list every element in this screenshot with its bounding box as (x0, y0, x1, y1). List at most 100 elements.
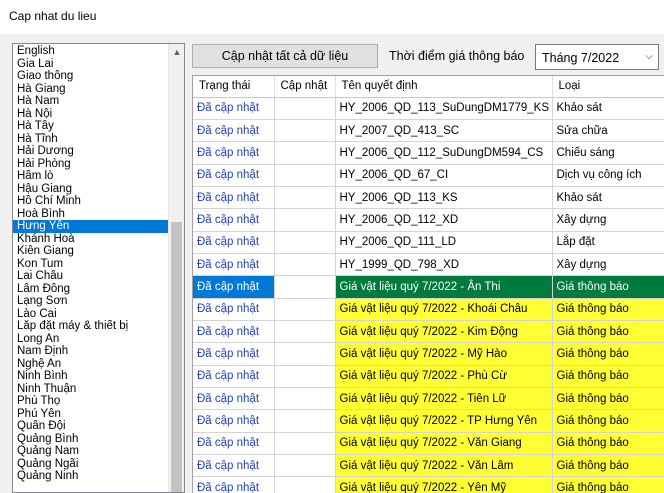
update-cell[interactable] (274, 97, 336, 120)
update-cell[interactable] (274, 476, 336, 493)
decision-name-cell[interactable]: HY_2006_QD_112_SuDungDM594_CS (335, 141, 553, 165)
province-item[interactable]: Lạng Sơn (13, 295, 168, 308)
province-item[interactable]: Kiên Giang (13, 245, 168, 258)
table-row[interactable]: Đã cập nhật Giá vật liệu quý 7/2022 - TP … (193, 409, 664, 433)
status-cell[interactable]: Đã cập nhật (193, 387, 275, 411)
province-item[interactable]: Khánh Hoà (13, 233, 168, 246)
province-item[interactable]: Hậu Giang (13, 183, 168, 196)
column-header-update[interactable]: Cập nhật (274, 76, 336, 98)
province-item[interactable]: Long An (13, 333, 168, 346)
update-cell[interactable] (274, 409, 336, 433)
type-cell[interactable]: Giá thông báo (552, 387, 664, 411)
status-cell[interactable]: Đã cập nhật (193, 253, 275, 277)
province-item[interactable]: Hưng Yên (13, 220, 168, 233)
status-cell[interactable]: Đã cập nhật (193, 231, 275, 254)
update-cell[interactable] (274, 320, 336, 344)
table-row[interactable]: Đã cập nhật Giá vật liệu quý 7/2022 - Mỹ … (193, 342, 664, 366)
table-row[interactable]: Đã cập nhật Giá vật liệu quý 7/2022 - Kho… (193, 298, 664, 321)
update-cell[interactable] (274, 365, 336, 388)
province-item[interactable]: Lắp đặt máy & thiết bị (13, 320, 168, 333)
type-cell[interactable]: Giá thông báo (552, 275, 664, 299)
status-cell[interactable]: Đã cập nhật (193, 208, 275, 232)
update-cell[interactable] (274, 454, 336, 478)
table-row[interactable]: Đã cập nhật Giá vật liệu quý 7/2022 - Ân … (193, 275, 664, 299)
province-item[interactable]: Phú Yên (13, 408, 168, 421)
chevron-up-icon[interactable]: ▲ (169, 44, 184, 60)
decision-name-cell[interactable]: Giá vật liệu quý 7/2022 - Ân Thi (335, 275, 553, 299)
type-cell[interactable]: Giá thông báo (552, 454, 664, 478)
table-row[interactable]: Đã cập nhật HY_2006_QD_112_SuDungDM594_CS… (193, 141, 664, 165)
update-all-button[interactable]: Cập nhật tất cả dữ liệu (192, 44, 378, 68)
table-row[interactable]: Đã cập nhật Giá vật liệu quý 7/2022 - Văn… (193, 454, 664, 478)
province-item[interactable]: Hầm lò (13, 170, 168, 183)
status-cell[interactable]: Đã cập nhật (193, 320, 275, 344)
decision-name-cell[interactable]: HY_2007_QD_413_SC (335, 119, 553, 143)
column-header-decision-name[interactable]: Tên quyết định (335, 76, 553, 98)
status-cell[interactable]: Đã cập nhật (193, 275, 275, 299)
status-cell[interactable]: Đã cập nhật (193, 365, 275, 388)
decision-name-cell[interactable]: HY_2006_QD_113_KS (335, 186, 553, 210)
table-row[interactable]: Đã cập nhật HY_1999_QD_798_XD Xây dựng (193, 253, 664, 277)
type-cell[interactable]: Xây dựng (552, 208, 664, 232)
province-item[interactable]: Giao thông (13, 70, 168, 83)
status-cell[interactable]: Đã cập nhật (193, 409, 275, 433)
province-item[interactable]: Hà Tĩnh (13, 133, 168, 146)
table-row[interactable]: Đã cập nhật HY_2006_QD_67_CI Dịch vụ công … (193, 164, 664, 187)
status-cell[interactable]: Đã cập nhật (193, 342, 275, 366)
decision-name-cell[interactable]: Giá vật liệu quý 7/2022 - TP Hưng Yên (335, 409, 553, 433)
province-item[interactable]: Hà Tây (13, 120, 168, 133)
table-row[interactable]: Đã cập nhật HY_2006_QD_112_XD Xây dựng (193, 208, 664, 232)
province-item[interactable]: Hà Giang (13, 83, 168, 96)
province-item[interactable]: Ninh Thuận (13, 383, 168, 396)
status-cell[interactable]: Đã cập nhật (193, 186, 275, 210)
province-item[interactable]: Lào Cai (13, 308, 168, 321)
status-cell[interactable]: Đã cập nhật (193, 141, 275, 165)
decision-name-cell[interactable]: Giá vật liệu quý 7/2022 - Kim Động (335, 320, 553, 344)
decision-name-cell[interactable]: Giá vật liệu quý 7/2022 - Tiên Lữ (335, 387, 553, 411)
province-item[interactable]: Hồ Chí Minh (13, 195, 168, 208)
province-item[interactable]: Quảng Nam (13, 445, 168, 458)
type-cell[interactable]: Giá thông báo (552, 365, 664, 388)
province-item[interactable]: Ninh Bình (13, 370, 168, 383)
table-row[interactable]: Đã cập nhật HY_2006_QD_113_KS Khảo sát (193, 186, 664, 210)
status-cell[interactable]: Đã cập nhật (193, 298, 275, 321)
update-cell[interactable] (274, 298, 336, 321)
update-cell[interactable] (274, 253, 336, 277)
decision-grid[interactable]: Trạng thái Cập nhật Tên quyết định Loại … (192, 75, 664, 493)
decision-name-cell[interactable]: HY_2006_QD_111_LD (335, 231, 553, 254)
update-cell[interactable] (274, 387, 336, 411)
decision-name-cell[interactable]: Giá vật liệu quý 7/2022 - Văn Lâm (335, 454, 553, 478)
province-item[interactable]: Nghệ An (13, 358, 168, 371)
decision-name-cell[interactable]: Giá vật liệu quý 7/2022 - Văn Giang (335, 432, 553, 456)
province-item[interactable]: Lâm Đồng (13, 283, 168, 296)
type-cell[interactable]: Khảo sát (552, 97, 664, 120)
table-row[interactable]: Đã cập nhật Giá vật liệu quý 7/2022 - Kim… (193, 320, 664, 344)
decision-name-cell[interactable]: Giá vật liệu quý 7/2022 - Yên Mỹ (335, 476, 553, 493)
type-cell[interactable]: Giá thông báo (552, 298, 664, 321)
update-cell[interactable] (274, 432, 336, 456)
decision-name-cell[interactable]: Giá vật liệu quý 7/2022 - Mỹ Hào (335, 342, 553, 366)
column-header-type[interactable]: Loại (552, 76, 664, 98)
type-cell[interactable]: Giá thông báo (552, 476, 664, 493)
status-cell[interactable]: Đã cập nhật (193, 454, 275, 478)
type-cell[interactable]: Chiếu sáng (552, 141, 664, 165)
table-row[interactable]: Đã cập nhật HY_2006_QD_113_SuDungDM1779_K… (193, 97, 664, 120)
province-item[interactable]: Kon Tum (13, 258, 168, 271)
status-cell[interactable]: Đã cập nhật (193, 119, 275, 143)
type-cell[interactable]: Dịch vụ công ích (552, 164, 664, 187)
column-header-status[interactable]: Trạng thái (193, 76, 275, 98)
type-cell[interactable]: Sửa chữa (552, 119, 664, 143)
update-cell[interactable] (274, 275, 336, 299)
status-cell[interactable]: Đã cập nhật (193, 432, 275, 456)
province-item[interactable]: English (13, 45, 168, 58)
province-item[interactable]: Quảng Ninh (13, 470, 168, 483)
decision-name-cell[interactable]: HY_2006_QD_113_SuDungDM1779_KS (335, 97, 553, 120)
type-cell[interactable]: Xây dựng (552, 253, 664, 277)
type-cell[interactable]: Giá thông báo (552, 342, 664, 366)
province-item[interactable]: Nam Định (13, 345, 168, 358)
table-row[interactable]: Đã cập nhật Giá vật liệu quý 7/2022 - Phù… (193, 365, 664, 388)
table-row[interactable]: Đã cập nhật HY_2006_QD_111_LD Lắp đặt (193, 231, 664, 254)
decision-name-cell[interactable]: Giá vật liệu quý 7/2022 - Khoái Châu (335, 298, 553, 321)
province-item[interactable]: Phú Thọ (13, 395, 168, 408)
update-cell[interactable] (274, 164, 336, 187)
